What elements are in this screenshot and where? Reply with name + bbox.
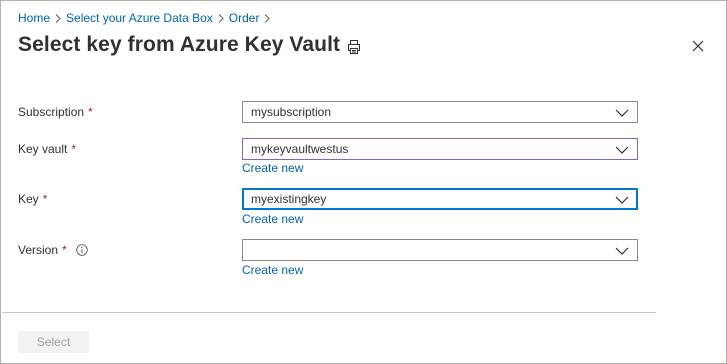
chevron-right-icon [50,13,66,23]
subscription-label: Subscription * [18,105,93,119]
key-label: Key * [18,192,47,206]
breadcrumb: Home Select your Azure Data Box Order [18,11,275,25]
key-create-new-link[interactable]: Create new [242,212,303,226]
print-icon[interactable] [346,39,362,55]
key-vault-label: Key vault * [18,142,76,156]
chevron-down-icon [615,107,629,117]
page-title: Select key from Azure Key Vault [18,33,341,56]
chevron-right-icon [213,13,229,23]
required-marker: * [42,192,48,206]
breadcrumb-select-data-box[interactable]: Select your Azure Data Box [66,11,213,25]
key-vault-dropdown[interactable]: mykeyvaultwestus [242,138,638,160]
key-vault-value: mykeyvaultwestus [251,142,349,156]
version-create-new-link[interactable]: Create new [242,263,303,277]
chevron-down-icon [615,194,629,204]
required-marker: * [88,105,93,119]
footer-divider [2,312,656,313]
chevron-down-icon [615,144,629,154]
chevron-right-icon [259,13,275,23]
version-label: Version * [18,243,88,257]
key-vault-create-new-link[interactable]: Create new [242,161,303,175]
key-dropdown[interactable]: myexistingkey [242,188,638,210]
key-value: myexistingkey [251,192,327,206]
subscription-value: mysubscription [251,105,332,119]
breadcrumb-order[interactable]: Order [229,11,260,25]
subscription-label-text: Subscription [18,105,85,119]
chevron-down-icon [615,245,629,255]
subscription-dropdown[interactable]: mysubscription [242,101,638,123]
close-icon[interactable] [690,38,706,54]
key-label-text: Key [18,192,39,206]
version-label-text: Version [18,243,59,257]
blade-panel: Home Select your Azure Data Box Order Se… [0,0,727,364]
version-dropdown[interactable] [242,239,638,261]
info-icon[interactable] [75,244,88,256]
breadcrumb-home[interactable]: Home [18,11,50,25]
required-marker: * [71,142,77,156]
key-vault-label-text: Key vault [18,142,68,156]
select-button[interactable]: Select [18,331,89,353]
required-marker: * [62,243,67,257]
